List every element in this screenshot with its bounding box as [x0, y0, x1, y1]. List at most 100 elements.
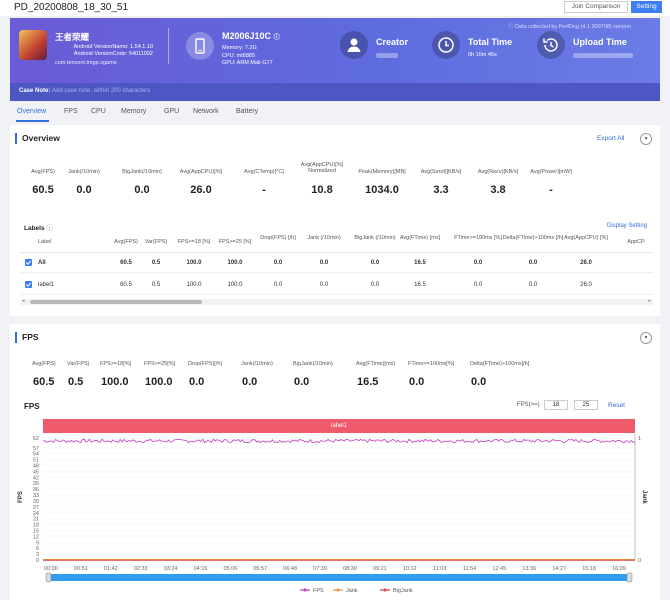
setting-button[interactable]: Setting	[631, 1, 662, 13]
active-tab-indicator	[16, 120, 49, 122]
row-checkbox[interactable]	[25, 281, 32, 288]
y2-tick-label: 0	[638, 558, 641, 564]
y-tick-label: 3	[36, 552, 39, 558]
display-setting-link[interactable]: Display Setting	[607, 223, 647, 229]
y-tick-label: 24	[33, 511, 39, 517]
labels-title: Labels ⓘ	[24, 225, 53, 232]
x-tick-label: 07:39	[313, 566, 327, 572]
metric-value: 26.0	[190, 184, 212, 196]
x-tick-label: 08:30	[343, 566, 357, 572]
metric-label: Avg(AppCPU)[%] Normalized	[300, 162, 344, 174]
y-tick-label: 30	[33, 499, 39, 505]
column-header[interactable]: Jank (/10min)	[301, 235, 347, 242]
y-tick-label: 39	[33, 481, 39, 487]
metric-value: 0.0	[76, 184, 92, 196]
x-tick-label: 11:54	[463, 566, 476, 572]
range-slider-handle-left	[45, 572, 52, 583]
column-header[interactable]: AppCP	[616, 239, 656, 246]
column-header[interactable]: Var(FPS)	[138, 239, 174, 246]
column-header[interactable]: Label	[38, 239, 88, 246]
collapse-icon[interactable]: ▾	[640, 133, 652, 145]
y-tick-label: 18	[33, 523, 39, 529]
metric-label: Peak(Memory)[MB]	[358, 169, 406, 175]
tab-battery[interactable]: Battery	[236, 108, 258, 115]
labels-table-header: Label Avg(FPS) Var(FPS) FPS>=18 [%] FPS>=25 …	[20, 233, 653, 253]
table-cell: 0.0	[273, 260, 283, 266]
table-cell: label1	[38, 282, 55, 288]
table-cell: 100.0	[186, 260, 202, 266]
table-row[interactable]: All 60.5 0.5 100.0 100.0 0.0 0.0 0.0 16.5 0.0 0.0 2…	[20, 253, 653, 273]
metric-value: 1034.0	[365, 184, 399, 196]
metric-label: Avg(AppCPU)[%]	[179, 169, 223, 175]
metric-label: Avg(CTemp)[°C]	[244, 169, 284, 175]
column-header[interactable]: Avg(AppCPU) [%]	[560, 235, 612, 242]
phone-icon	[186, 32, 214, 60]
table-cell: 0.0	[319, 260, 329, 266]
y-tick-label: 36	[33, 487, 39, 493]
tab-cpu[interactable]: CPU	[91, 108, 106, 115]
y-tick-label: 48	[33, 464, 39, 470]
x-tick-label: 00:51	[74, 566, 88, 572]
table-cell: 16.5	[414, 282, 426, 288]
scrollbar-thumb[interactable]	[30, 300, 202, 304]
y-tick-label: 27	[33, 505, 39, 511]
scroll-right-icon[interactable]: ▸	[648, 298, 651, 304]
column-header[interactable]: Drop(FPS) [/h]	[258, 235, 298, 242]
x-tick-label: 10:12	[403, 566, 417, 572]
x-tick-label: 09:21	[373, 566, 387, 572]
section-marker	[15, 133, 17, 144]
metric-value: -	[262, 184, 266, 196]
y-tick-label: 45	[33, 469, 39, 475]
y-tick-label: 6	[36, 546, 39, 552]
tab-memory[interactable]: Memory	[121, 108, 146, 115]
y-tick-label: 21	[33, 517, 39, 523]
y-tick-label: 33	[33, 493, 39, 499]
column-header[interactable]: FPS>=18 [%]	[170, 239, 218, 246]
overview-title: Overview	[22, 133, 60, 143]
tab-overview[interactable]: Overview	[17, 108, 46, 115]
app-version-info: Android VersionName: 1.54.1.10 Android V…	[73, 44, 154, 57]
tab-network[interactable]: Network	[193, 108, 219, 115]
table-row[interactable]: label1 60.5 0.5 100.0 100.0 0.0 0.0 0.0 16.5 0.0 0…	[20, 275, 653, 295]
x-tick-label: 05:57	[253, 566, 267, 572]
total-time-label: Total Time	[468, 37, 513, 47]
table-cell: 26.0	[580, 260, 592, 266]
table-cell: 0.0	[370, 282, 380, 288]
column-header[interactable]: BigJank (/10min)	[347, 235, 403, 242]
x-tick-label: 11:03	[433, 566, 446, 572]
x-tick-label: 02:33	[134, 566, 148, 572]
x-tick-label: 14:27	[552, 566, 566, 572]
fps-chart[interactable]: 0369121518212427303336394245485154576201…	[10, 324, 660, 600]
x-tick-label: 00:00	[44, 566, 58, 572]
title-bar: PD_20200808_18_30_51 Join Comparison Set…	[0, 0, 670, 16]
metric-label: Avg(Power)[mW]	[530, 169, 572, 175]
device-model: M2006J10C ⓘ	[222, 31, 280, 41]
column-header[interactable]: Avg(FTime) [ms]	[396, 235, 444, 242]
scroll-left-icon[interactable]: ◂	[22, 298, 25, 304]
table-cell: 0.0	[528, 260, 538, 266]
tab-gpu[interactable]: GPU	[164, 108, 179, 115]
divider	[168, 28, 169, 64]
column-header[interactable]: FPS>=25 [%]	[215, 239, 255, 246]
x-tick-label: 16:09	[612, 566, 626, 572]
column-header[interactable]: Delta(FTime)>100ms [/h]	[497, 235, 569, 242]
join-comparison-button[interactable]: Join Comparison	[564, 1, 628, 13]
collected-info: ⓘ Data collected by PerfDog (4.1.200708)…	[508, 24, 631, 30]
table-cell: 100.0	[227, 282, 243, 288]
case-note-input[interactable]: Add case note, within 200 characters	[52, 88, 150, 94]
x-tick-label: 05:06	[223, 566, 237, 572]
x-tick-label: 04:15	[194, 566, 208, 572]
table-scrollbar[interactable]: ◂ ▸	[20, 298, 653, 305]
y-tick-label: 12	[33, 534, 39, 540]
legend-marker	[303, 588, 307, 592]
y-tick-label: 54	[33, 452, 39, 458]
metric-label: BigJank(/10min)	[122, 169, 162, 175]
export-all-link[interactable]: Export All	[597, 135, 624, 142]
metric-value: 3.3	[433, 184, 449, 196]
y-tick-label: 0	[36, 558, 39, 564]
tab-fps[interactable]: FPS	[64, 108, 78, 115]
row-checkbox[interactable]	[25, 259, 32, 266]
upload-time-label: Upload Time	[573, 37, 627, 47]
legend-label: FPS	[313, 588, 324, 594]
case-banner: ⓘ Data collected by PerfDog (4.1.200708)…	[10, 18, 660, 101]
